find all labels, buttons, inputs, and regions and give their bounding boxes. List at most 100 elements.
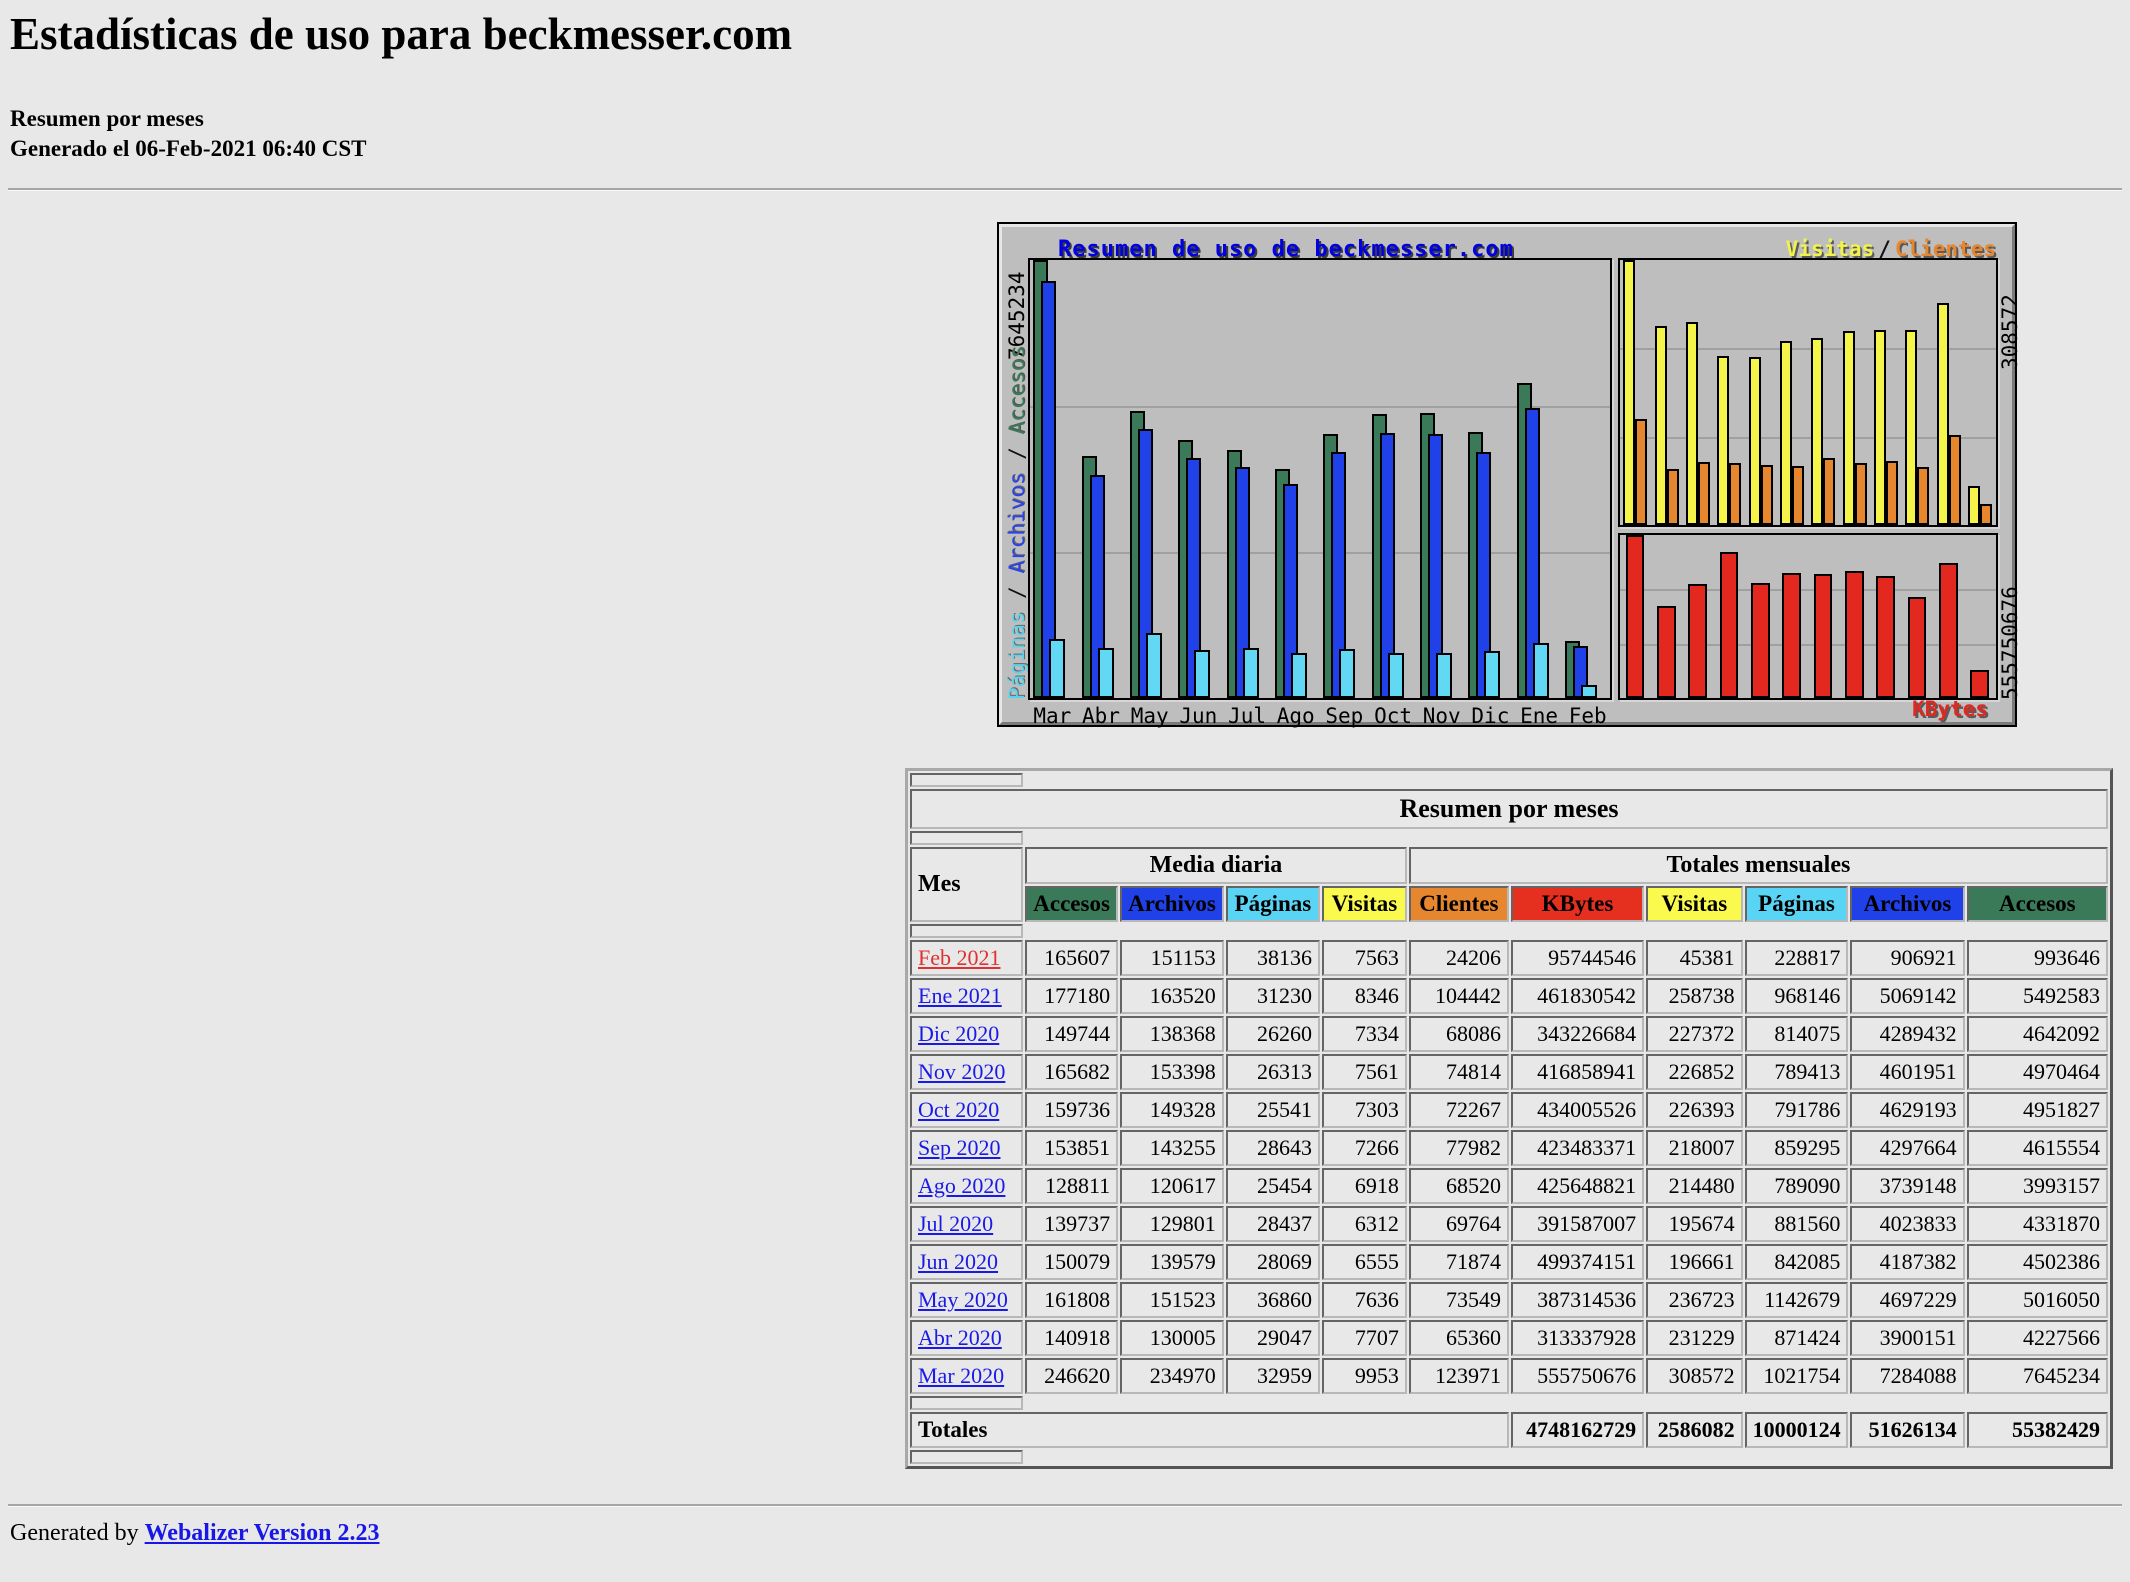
value-cell: 153398 (1120, 1054, 1224, 1090)
spacer-cell (910, 773, 1024, 787)
value-cell: 4502386 (1966, 1244, 2108, 1280)
value-cell: 258738 (1646, 978, 1743, 1014)
bar-visitas-ene (1936, 302, 1949, 525)
value-cell: 69764 (1408, 1206, 1509, 1242)
column-header-páginas: Páginas (1744, 886, 1849, 922)
month-label-dic: Dic (1471, 704, 1510, 728)
value-cell: 4601951 (1850, 1054, 1965, 1090)
mes-header: Mes (910, 847, 1024, 922)
bar-clientes-mar (1635, 418, 1648, 525)
group-media-diaria: Media diaria (1025, 847, 1407, 884)
month-link-jun-2020[interactable]: Jun 2020 (918, 1249, 998, 1274)
value-cell: 3993157 (1966, 1168, 2108, 1204)
value-cell: 4615554 (1966, 1130, 2108, 1166)
bar-kbytes-nov (1876, 575, 1896, 698)
generated-timestamp: Generado el 06-Feb-2021 06:40 CST (10, 136, 367, 161)
total-value-cell: 55382429 (1966, 1412, 2108, 1448)
value-cell: 138368 (1120, 1016, 1224, 1052)
value-cell: 72267 (1408, 1092, 1509, 1128)
bar-kbytes-sep (1813, 573, 1833, 698)
value-cell: 7636 (1322, 1282, 1407, 1318)
table-row-ene-2021: Ene 2021 177180 163520 31230 8346 104442 46183… (910, 978, 2108, 1014)
value-cell: 7563 (1322, 940, 1407, 976)
month-label-ene: Ene (1520, 704, 1559, 728)
spacer-cell (910, 831, 1024, 845)
value-cell: 32959 (1225, 1358, 1321, 1394)
table-row-sep-2020: Sep 2020 153851 143255 28643 7266 77982 423483… (910, 1130, 2108, 1166)
bar-clientes-sep (1823, 458, 1836, 525)
value-cell: 68086 (1408, 1016, 1509, 1052)
month-link-nov-2020[interactable]: Nov 2020 (918, 1059, 1005, 1084)
monthly-summary-table-wrap: Resumen por meses Mes Media diaria Total… (905, 768, 2113, 1469)
value-cell: 95744546 (1510, 940, 1645, 976)
total-value-cell: 10000124 (1744, 1412, 1849, 1448)
bar-kbytes-dic (1907, 597, 1927, 698)
value-cell: 104442 (1408, 978, 1509, 1014)
webalizer-page: { "page": { "title": "Estadísticas de us… (0, 0, 2130, 1582)
spacer-row (910, 1450, 2108, 1464)
page-title: Estadísticas de uso para beckmesser.com (10, 9, 793, 59)
value-cell: 153851 (1025, 1130, 1119, 1166)
bar-kbytes-feb (1970, 669, 1990, 698)
value-cell: 5069142 (1850, 978, 1965, 1014)
month-link-may-2020[interactable]: May 2020 (918, 1287, 1008, 1312)
value-cell: 4970464 (1966, 1054, 2108, 1090)
value-cell: 6312 (1322, 1206, 1407, 1242)
column-header-visitas: Visitas (1322, 886, 1407, 922)
month-link-abr-2020[interactable]: Abr 2020 (918, 1325, 1002, 1350)
value-cell: 25541 (1225, 1092, 1321, 1128)
month-cell: Nov 2020 (910, 1054, 1024, 1090)
value-cell: 129801 (1120, 1206, 1224, 1242)
hits-axis-max: 7645234 (1005, 271, 1029, 360)
month-link-sep-2020[interactable]: Sep 2020 (918, 1135, 1001, 1160)
value-cell: 993646 (1966, 940, 2108, 976)
bar-clientes-oct (1854, 462, 1867, 525)
value-cell: 387314536 (1510, 1282, 1645, 1318)
month-link-mar-2020[interactable]: Mar 2020 (918, 1363, 1004, 1388)
table-row-may-2020: May 2020 161808 151523 36860 7636 73549 387314… (910, 1282, 2108, 1318)
month-link-oct-2020[interactable]: Oct 2020 (918, 1097, 999, 1122)
month-link-feb-2021[interactable]: Feb 2021 (918, 945, 1001, 970)
value-cell: 28069 (1225, 1244, 1321, 1280)
value-cell: 28437 (1225, 1206, 1321, 1242)
value-cell: 165682 (1025, 1054, 1119, 1090)
bar-kbytes-mar (1625, 535, 1645, 698)
month-link-ene-2021[interactable]: Ene 2021 (918, 983, 1002, 1008)
value-cell: 7645234 (1966, 1358, 2108, 1394)
spacer-row (910, 924, 2108, 938)
bar-paginas-jun (1194, 649, 1211, 698)
table-row-mar-2020: Mar 2020 246620 234970 32959 9953 123971 55575… (910, 1358, 2108, 1394)
value-cell: 423483371 (1510, 1130, 1645, 1166)
value-cell: 4642092 (1966, 1016, 2108, 1052)
table-row-feb-2021: Feb 2021 165607 151153 38136 7563 24206 957445… (910, 940, 2108, 976)
bar-kbytes-may (1688, 584, 1708, 698)
axis-part-slash: / (1005, 586, 1029, 612)
axis-part-archivos: Archivos (1005, 472, 1029, 587)
month-link-ago-2020[interactable]: Ago 2020 (918, 1173, 1005, 1198)
value-cell: 789413 (1744, 1054, 1849, 1090)
value-cell: 165607 (1025, 940, 1119, 976)
month-label-oct: Oct (1374, 704, 1412, 728)
month-cell: Jul 2020 (910, 1206, 1024, 1242)
month-label-ago: Ago (1276, 704, 1315, 728)
webalizer-version-link[interactable]: Webalizer Version 2.23 (145, 1520, 380, 1546)
value-cell: 38136 (1225, 940, 1321, 976)
horizontal-rule-top (8, 188, 2122, 191)
month-link-jul-2020[interactable]: Jul 2020 (918, 1211, 993, 1236)
month-link-dic-2020[interactable]: Dic 2020 (918, 1021, 999, 1046)
table-row-dic-2020: Dic 2020 149744 138368 26260 7334 68086 343226… (910, 1016, 2108, 1052)
left-axis-label: Páginas / Archivos / Accesos (1005, 346, 1029, 700)
bar-clientes-feb (1979, 504, 1992, 525)
month-cell: Sep 2020 (910, 1130, 1024, 1166)
bar-paginas-ene (1532, 642, 1549, 698)
value-cell: 4187382 (1850, 1244, 1965, 1280)
group-totales-mensuales: Totales mensuales (1408, 847, 2108, 884)
value-cell: 881560 (1744, 1206, 1849, 1242)
month-cell: Feb 2021 (910, 940, 1024, 976)
value-cell: 159736 (1025, 1092, 1119, 1128)
value-cell: 6555 (1322, 1244, 1407, 1280)
column-header-row: Accesos Archivos Páginas Visitas Clientes KBy… (910, 886, 2108, 922)
totals-row: Totales 4748162729 2586082 10000124 51626134… (910, 1412, 2108, 1448)
value-cell: 143255 (1120, 1130, 1224, 1166)
bar-paginas-feb (1581, 684, 1598, 698)
